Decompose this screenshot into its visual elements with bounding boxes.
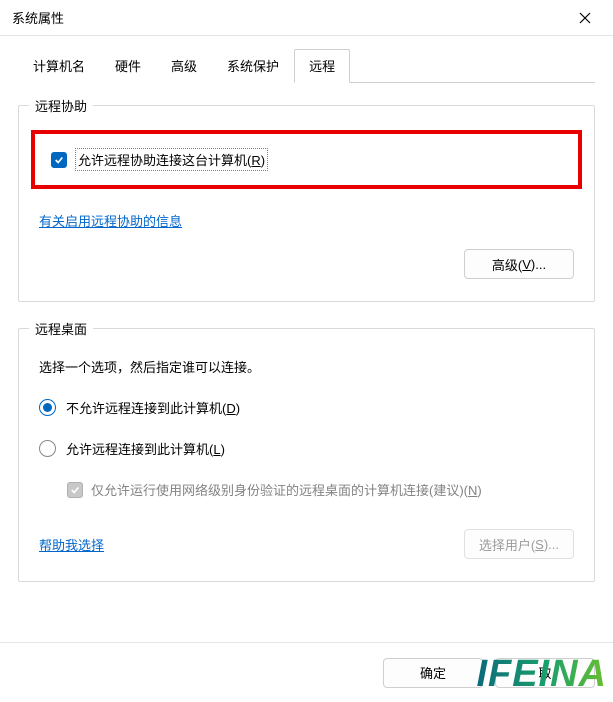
window-title: 系统属性 <box>8 8 565 27</box>
allow-remote-radio[interactable] <box>39 440 56 457</box>
cancel-button[interactable]: 取 <box>495 658 595 688</box>
allow-remote-assist-checkbox[interactable] <box>51 152 67 168</box>
deny-remote-radio[interactable] <box>39 399 56 416</box>
remote-assist-advanced-button[interactable]: 高级(V)... <box>464 249 574 279</box>
deny-remote-label[interactable]: 不允许远程连接到此计算机(D) <box>66 398 240 417</box>
nla-label: 仅允许运行使用网络级别身份验证的远程桌面的计算机连接(建议)(N) <box>91 480 482 499</box>
tab-hardware[interactable]: 硬件 <box>100 49 156 83</box>
dialog-action-bar: 确定 取 <box>0 642 613 702</box>
remote-desktop-desc: 选择一个选项，然后指定谁可以连接。 <box>39 357 574 376</box>
ok-button[interactable]: 确定 <box>383 658 483 688</box>
checkmark-icon <box>54 155 64 165</box>
remote-assist-info-link[interactable]: 有关启用远程协助的信息 <box>39 214 182 229</box>
highlight-annotation: 允许远程协助连接这台计算机(R) <box>31 130 582 189</box>
checkmark-icon <box>70 485 80 495</box>
select-users-button[interactable]: 选择用户(S)... <box>464 529 574 559</box>
tab-computer-name[interactable]: 计算机名 <box>18 49 100 83</box>
remote-assistance-title: 远程协助 <box>29 96 93 115</box>
close-button[interactable] <box>565 3 605 33</box>
tab-system-protection[interactable]: 系统保护 <box>212 49 294 83</box>
remote-desktop-group: 远程桌面 选择一个选项，然后指定谁可以连接。 不允许远程连接到此计算机(D) 允… <box>18 328 595 582</box>
allow-remote-assist-label[interactable]: 允许远程协助连接这台计算机(R) <box>75 148 268 171</box>
allow-remote-label[interactable]: 允许远程连接到此计算机(L) <box>66 439 225 458</box>
tab-remote[interactable]: 远程 <box>294 49 350 83</box>
close-icon <box>579 12 591 24</box>
remote-desktop-title: 远程桌面 <box>29 319 93 338</box>
help-me-choose-link[interactable]: 帮助我选择 <box>39 535 104 554</box>
nla-checkbox <box>67 482 83 498</box>
remote-assistance-group: 远程协助 允许远程协助连接这台计算机(R) 有关启用远程协助的信息 高级(V).… <box>18 105 595 302</box>
tab-bar: 计算机名 硬件 高级 系统保护 远程 <box>18 48 595 83</box>
tab-advanced[interactable]: 高级 <box>156 49 212 83</box>
